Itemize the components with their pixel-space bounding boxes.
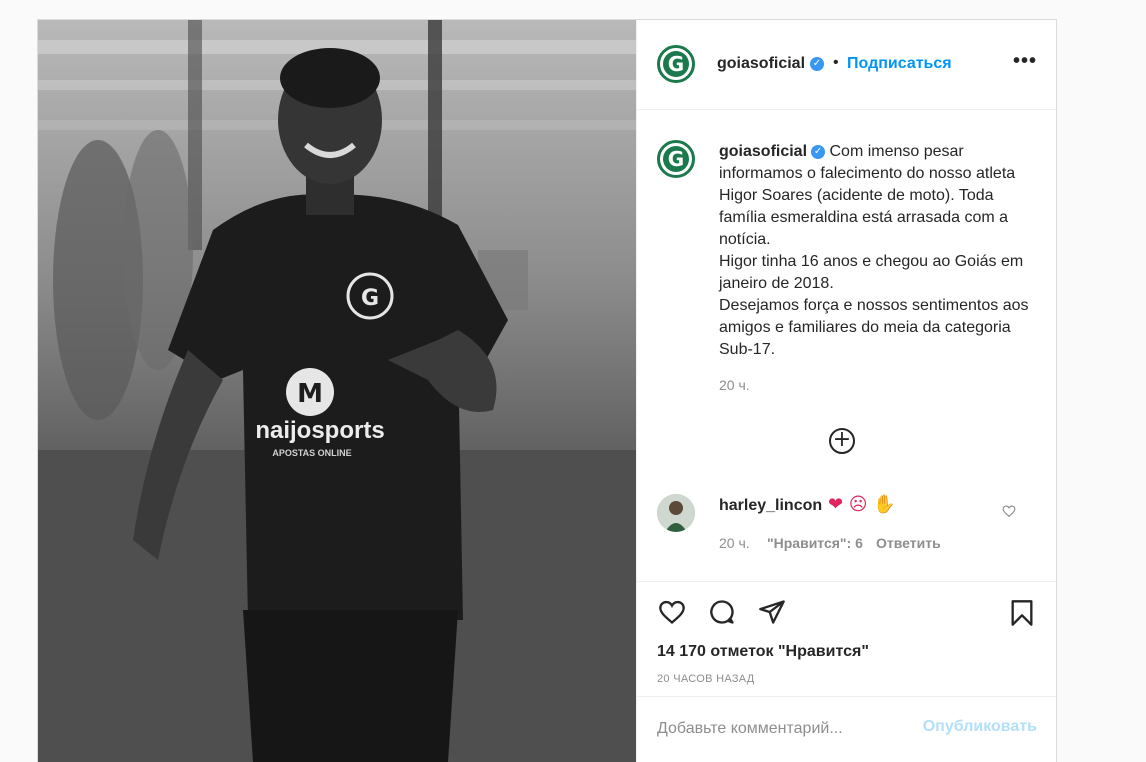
caption-text: Com imenso pesar informamos o faleciment… — [719, 143, 1029, 358]
sponsor-subtext: APOSTAS ONLINE — [272, 448, 351, 458]
caption-username-link[interactable]: goiasoficial — [719, 143, 807, 160]
load-more-comments-icon[interactable]: + — [829, 428, 855, 454]
caption-avatar[interactable]: G — [657, 140, 695, 178]
more-options-icon[interactable]: ••• — [1013, 50, 1037, 73]
post-timestamp[interactable]: 20 ЧАСОВ НАЗАД — [657, 673, 755, 685]
commenter-photo — [657, 494, 695, 532]
separator-dot: • — [833, 54, 839, 71]
sponsor-text: naijosports — [255, 417, 384, 444]
comment-timestamp[interactable]: 20 ч. — [719, 535, 750, 551]
add-comment-input[interactable] — [657, 717, 897, 741]
follow-button[interactable]: Подписаться — [847, 55, 952, 73]
save-bookmark-icon[interactable] — [1008, 598, 1036, 633]
commenter-username-link[interactable]: harley_lincon — [719, 497, 822, 515]
comment-reply-button[interactable]: Ответить — [876, 535, 941, 551]
publish-button[interactable]: Опубликовать — [923, 718, 1037, 736]
account-avatar[interactable]: G — [657, 45, 695, 83]
verified-badge-icon: ✓ — [811, 144, 826, 159]
crest-letter: G — [361, 286, 379, 311]
post-photo[interactable]: G M naijosports APOSTAS ONLINE — [38, 20, 636, 762]
comment-likes-link[interactable]: "Нравится": 6 — [767, 535, 863, 551]
goias-logo-icon: G — [663, 51, 689, 77]
account-username-link[interactable]: goiasoficial — [717, 55, 805, 73]
like-heart-icon[interactable] — [657, 598, 687, 631]
likes-count-link[interactable]: 14 170 отметок "Нравится" — [657, 643, 869, 661]
caption-timestamp: 20 ч. — [719, 377, 750, 393]
post-sidebar: G goiasoficial ✓ • Подписаться ••• G goi… — [636, 20, 1056, 762]
comment-text: ❤ ☹ ✋ — [828, 494, 896, 515]
comment-bubble-icon[interactable] — [707, 598, 737, 631]
instagram-post: G M naijosports APOSTAS ONLINE G goiasof… — [37, 19, 1057, 762]
share-send-icon[interactable] — [757, 598, 787, 631]
verified-badge-icon: ✓ — [810, 57, 824, 71]
svg-text:M: M — [297, 379, 323, 409]
post-caption: goiasoficial ✓ Com imenso pesar informamo… — [719, 141, 1029, 361]
photo-illustration: G M naijosports APOSTAS ONLINE — [38, 20, 636, 762]
goias-logo-icon: G — [663, 146, 689, 172]
commenter-avatar[interactable] — [657, 494, 695, 532]
post-header: G goiasoficial ✓ • Подписаться ••• — [637, 20, 1056, 110]
comment-like-heart-icon[interactable] — [1002, 504, 1016, 523]
comment-composer: Опубликовать — [637, 696, 1056, 762]
